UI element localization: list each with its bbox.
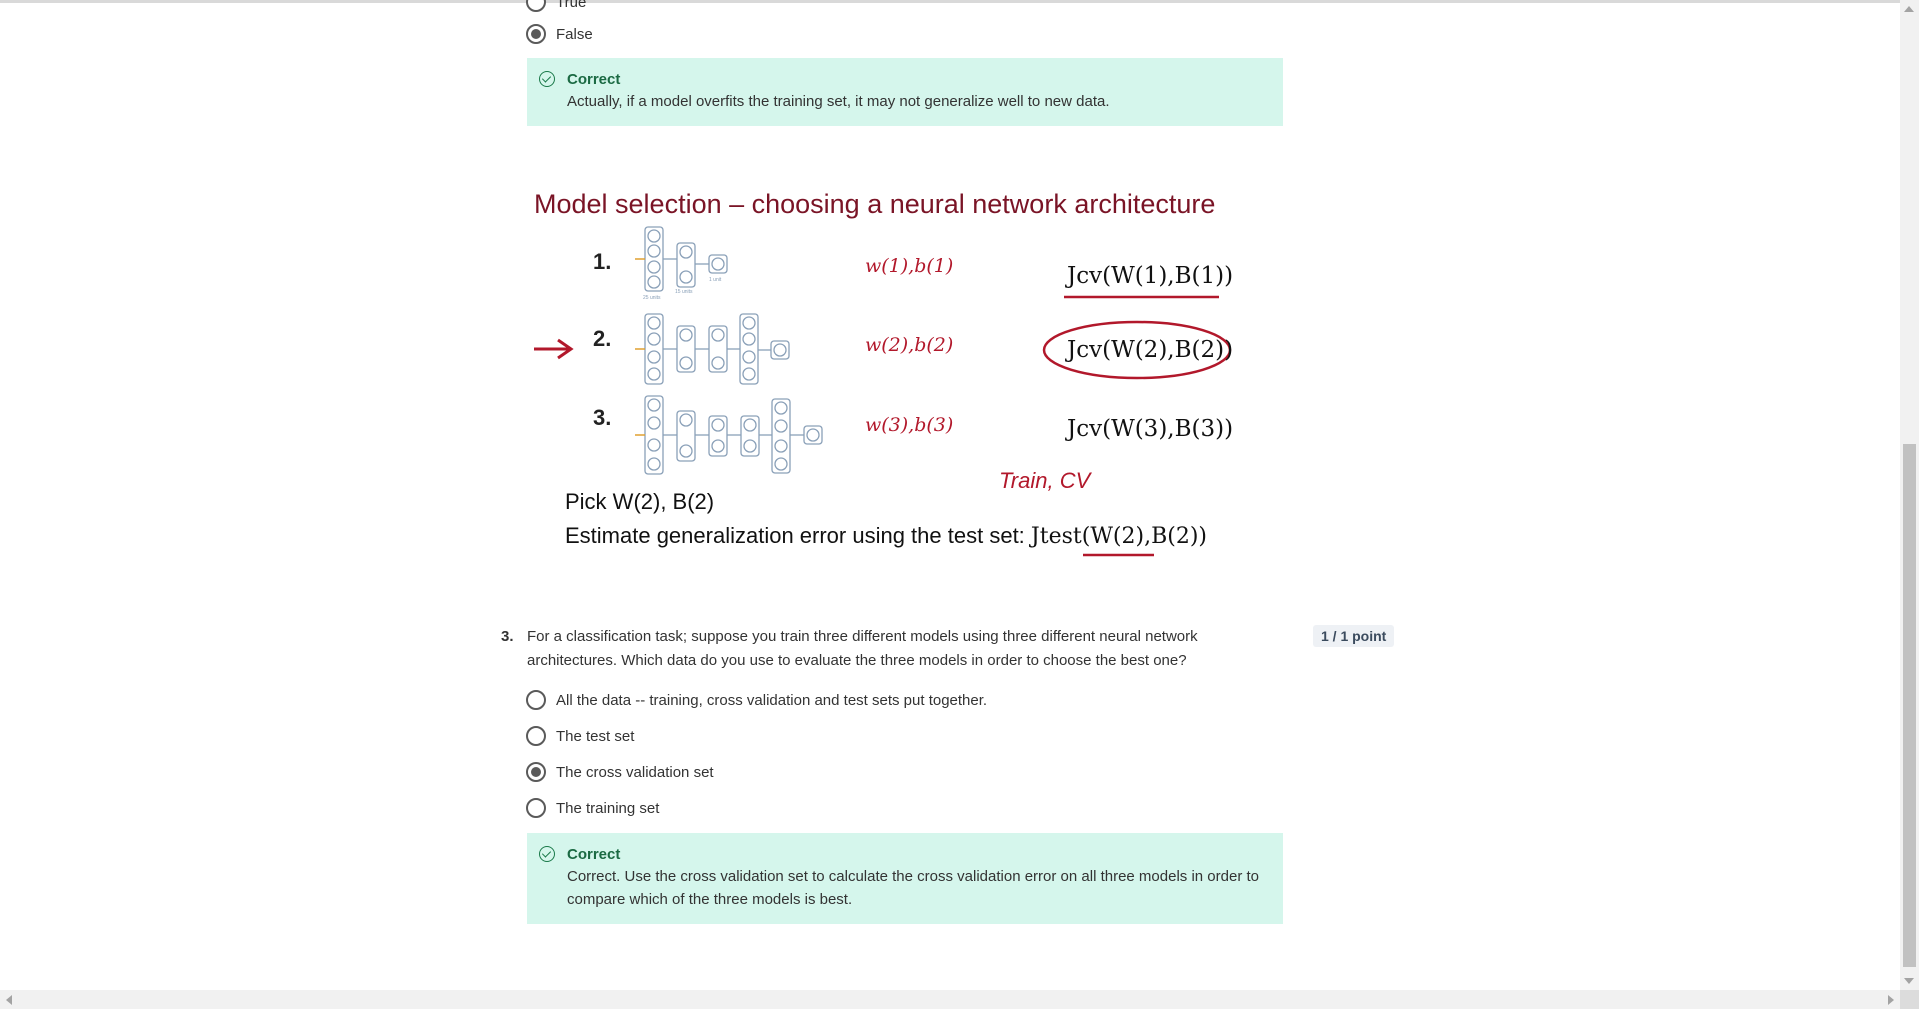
scroll-left-arrow-icon[interactable] bbox=[6, 995, 12, 1005]
row-1-jcv: Jcv(W(1),B(1)) bbox=[1067, 263, 1234, 289]
option-false[interactable]: False bbox=[526, 24, 593, 44]
radio-unselected[interactable] bbox=[526, 798, 546, 818]
scroll-up-arrow-icon[interactable] bbox=[1904, 6, 1914, 12]
scroll-right-arrow-icon[interactable] bbox=[1888, 995, 1894, 1005]
row-1-params: w(1),b(1) bbox=[865, 255, 954, 277]
network-3 bbox=[644, 395, 823, 475]
vertical-scrollbar[interactable] bbox=[1900, 0, 1919, 990]
radio-unselected[interactable] bbox=[526, 690, 546, 710]
check-circle-icon bbox=[539, 846, 555, 862]
pick-text: Pick W(2), B(2) bbox=[565, 489, 715, 514]
radio-false-selected[interactable] bbox=[526, 24, 546, 44]
feedback-text: Actually, if a model overfits the traini… bbox=[567, 93, 1110, 110]
q3-option-training-set[interactable]: The training set bbox=[526, 798, 659, 818]
jtest-formula: Jtest(W(2),B(2)) bbox=[1030, 524, 1207, 549]
row-2-params: w(2),b(2) bbox=[865, 334, 954, 356]
scroll-thumb[interactable] bbox=[1903, 444, 1916, 967]
question-3-text: For a classification task; suppose you t… bbox=[527, 628, 1198, 669]
option-true[interactable]: True bbox=[526, 0, 586, 12]
radio-unselected[interactable] bbox=[526, 726, 546, 746]
unit-label: 15 units bbox=[675, 289, 693, 295]
radio-selected[interactable] bbox=[526, 762, 546, 782]
estimate-label: Estimate generalization error using the … bbox=[565, 523, 1025, 548]
scrollbar-corner bbox=[1900, 990, 1919, 1009]
horizontal-scrollbar[interactable] bbox=[0, 990, 1900, 1009]
question-3-number: 3. bbox=[501, 628, 514, 645]
q3-option-label: The cross validation set bbox=[556, 763, 714, 781]
feedback-box-q3: Correct Correct. Use the cross validatio… bbox=[527, 833, 1283, 924]
option-false-label: False bbox=[556, 25, 593, 43]
unit-label: 25 units bbox=[643, 295, 661, 301]
q3-option-all-data[interactable]: All the data -- training, cross validati… bbox=[526, 690, 987, 710]
q3-option-test-set[interactable]: The test set bbox=[526, 726, 634, 746]
input-arrows bbox=[635, 258, 645, 436]
estimate-text: Estimate generalization error using the … bbox=[565, 523, 1207, 549]
option-true-label: True bbox=[556, 0, 587, 11]
q3-option-label: The training set bbox=[556, 799, 660, 817]
q3-option-label: The test set bbox=[556, 727, 635, 745]
feedback-title: Correct bbox=[567, 71, 621, 88]
train-cv-note: Train, CV bbox=[999, 468, 1091, 493]
feedback-text: Correct. Use the cross validation set to… bbox=[567, 868, 1259, 908]
row-2-jcv: Jcv(W(2),B(2)) bbox=[1067, 337, 1234, 363]
network-2 bbox=[644, 313, 790, 385]
scroll-down-arrow-icon[interactable] bbox=[1904, 978, 1914, 984]
network-1-unit-labels: 25 units 15 units 1 unit bbox=[643, 277, 721, 301]
model-selection-slide: Model selection – choosing a neural netw… bbox=[527, 183, 1284, 561]
radio-true[interactable] bbox=[526, 0, 546, 12]
row-3-jcv: Jcv(W(3),B(3)) bbox=[1067, 416, 1234, 442]
q3-option-cv-set[interactable]: The cross validation set bbox=[526, 762, 714, 782]
feedback-box-q2: Correct Actually, if a model overfits th… bbox=[527, 58, 1283, 126]
row-3-params: w(3),b(3) bbox=[865, 414, 954, 436]
unit-label: 1 unit bbox=[709, 277, 722, 283]
feedback-title: Correct bbox=[567, 846, 621, 863]
check-circle-icon bbox=[539, 71, 555, 87]
selection-arrow-icon bbox=[534, 338, 574, 360]
top-divider bbox=[0, 0, 1900, 3]
points-badge: 1 / 1 point bbox=[1313, 625, 1395, 647]
q3-option-label: All the data -- training, cross validati… bbox=[556, 691, 988, 709]
